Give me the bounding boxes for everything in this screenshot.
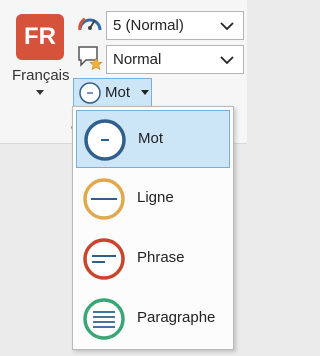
sentence-icon <box>83 238 125 280</box>
dropdown-arrow-icon <box>141 90 149 95</box>
circle-word-icon <box>79 82 101 104</box>
granularity-label: Mot <box>105 84 131 101</box>
voice-select[interactable]: Normal <box>106 45 244 74</box>
menu-item-label: Paragraphe <box>137 309 216 326</box>
menu-item-label: Phrase <box>137 249 185 266</box>
language-badge: FR <box>16 14 64 60</box>
speed-select-value: 5 (Normal) <box>113 17 184 34</box>
voice-select-value: Normal <box>113 51 162 68</box>
speedometer-icon <box>78 17 102 31</box>
menu-item-ligne[interactable]: Ligne <box>76 170 230 228</box>
granularity-menu: Mot Ligne Phrase Paragraphe <box>72 106 234 350</box>
speed-select[interactable]: 5 (Normal) <box>106 11 244 40</box>
menu-item-paragraphe[interactable]: Paragraphe <box>76 290 230 348</box>
language-button[interactable]: FR Français <box>12 14 70 109</box>
line-icon <box>83 178 125 220</box>
menu-item-label: Mot <box>138 130 164 147</box>
chevron-down-icon <box>220 22 234 31</box>
menu-item-phrase[interactable]: Phrase <box>76 230 230 288</box>
language-label: Français <box>12 67 70 84</box>
granularity-button[interactable]: Mot <box>73 78 152 107</box>
speech-bubble-star-icon <box>78 46 103 71</box>
dropdown-arrow-icon <box>36 90 44 95</box>
menu-item-label: Ligne <box>137 189 174 206</box>
word-icon <box>84 119 126 161</box>
menu-item-mot[interactable]: Mot <box>76 110 230 168</box>
chevron-down-icon <box>220 56 234 65</box>
paragraph-icon <box>83 298 125 340</box>
